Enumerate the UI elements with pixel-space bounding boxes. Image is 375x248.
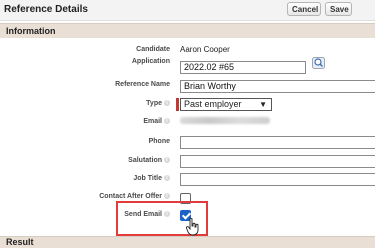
section-title: Result — [6, 237, 34, 247]
type-label: Type i — [146, 100, 170, 107]
phone-input[interactable] — [180, 136, 375, 149]
help-icon[interactable]: i — [164, 100, 170, 107]
application-label: Application — [131, 58, 170, 65]
save-button[interactable]: Save — [325, 2, 352, 16]
salutation-label: Salutation i — [128, 157, 170, 164]
section-result: Result — [0, 236, 375, 248]
job-title-label: Job Title i — [133, 175, 170, 182]
send-email-label-text: Send Email — [124, 211, 162, 218]
candidate-label: Candidate — [136, 46, 170, 53]
redacted-email — [180, 117, 270, 124]
application-input[interactable]: 2022.02 #65 — [180, 61, 306, 74]
section-information: Information — [0, 23, 375, 38]
candidate-value: Aaron Cooper — [180, 45, 230, 54]
email-label-text: Email — [143, 118, 162, 125]
type-select[interactable]: Past employer ▼ — [176, 98, 272, 111]
job-title-input[interactable] — [180, 173, 375, 186]
email-label: Email i — [143, 118, 170, 125]
send-email-label: Send Email i — [124, 211, 170, 218]
help-icon[interactable]: i — [164, 157, 170, 164]
contact-after-offer-label-text: Contact After Offer — [99, 193, 162, 200]
chevron-down-icon: ▼ — [259, 100, 267, 109]
job-title-label-text: Job Title — [133, 175, 162, 182]
help-icon[interactable]: i — [164, 175, 170, 182]
reference-name-input[interactable]: Brian Worthy — [180, 80, 375, 93]
pointer-cursor-icon — [186, 218, 199, 236]
phone-label: Phone — [148, 138, 170, 145]
salutation-label-text: Salutation — [128, 157, 162, 164]
help-icon[interactable]: i — [164, 193, 170, 200]
email-value-redacted — [180, 115, 270, 126]
cancel-button[interactable]: Cancel — [287, 2, 321, 16]
reference-name-label: Reference Name — [115, 81, 170, 88]
section-title: Information — [6, 26, 56, 36]
lookup-icon[interactable] — [312, 57, 325, 69]
type-label-text: Type — [146, 100, 162, 107]
help-icon[interactable]: i — [164, 118, 170, 125]
type-select-value: Past employer — [184, 99, 242, 109]
page-title: Reference Details — [4, 4, 88, 15]
help-icon[interactable]: i — [164, 211, 170, 218]
page-header: Reference Details Cancel Save — [0, 0, 375, 21]
salutation-input[interactable] — [180, 155, 375, 168]
contact-after-offer-label: Contact After Offer i — [99, 193, 170, 200]
